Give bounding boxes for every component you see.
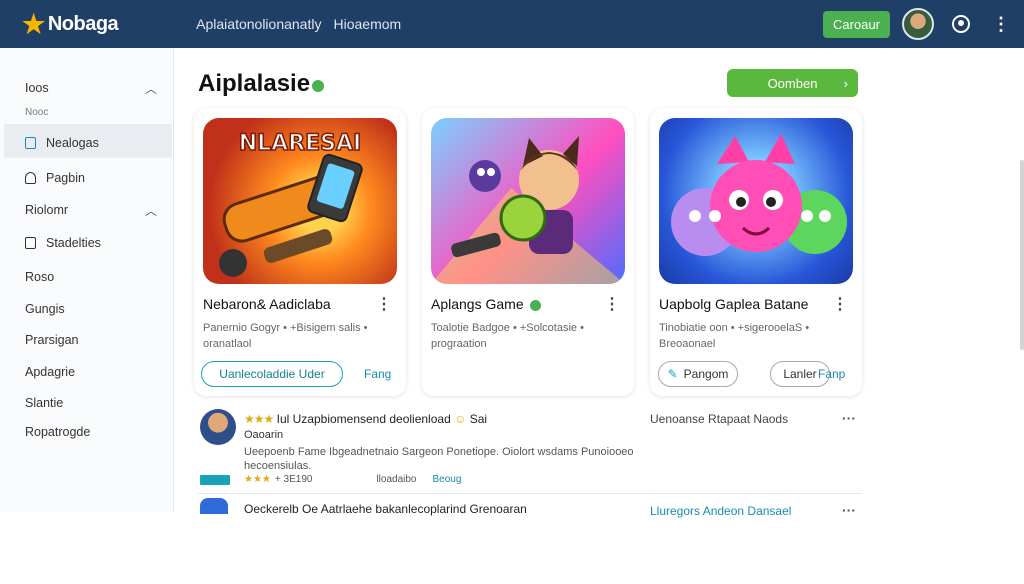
card-outline-button[interactable]: Uanlecoladdie Uder bbox=[201, 361, 343, 387]
sidebar-item-label: Gungis bbox=[25, 302, 65, 316]
verified-badge-icon bbox=[529, 299, 541, 311]
game-card-2[interactable]: Aplangs Game ⋮ Toalotie Badgoe • +Solcot… bbox=[422, 108, 634, 396]
card-description: Tinobiatie oon • +sigerooelaS • Breoaona… bbox=[659, 322, 810, 350]
sidebar-item-4[interactable]: Roso bbox=[25, 270, 165, 284]
verified-badge-icon bbox=[312, 80, 325, 92]
sidebar: Ioos ︿ Nooc Nealogas Pagbin Riolomr ︿ St… bbox=[0, 48, 174, 512]
feed-item[interactable]: ★★★ Iul Uzapbiomensend deolienload ☺ Sai… bbox=[198, 404, 862, 494]
sidebar-subheading: Nooc bbox=[25, 107, 49, 118]
chevron-up-icon: ︿ bbox=[144, 203, 157, 218]
top-nav: Aplaiatonolionanatly Hioaemom bbox=[196, 16, 401, 32]
header-cta-button[interactable]: Caroaur bbox=[823, 10, 890, 38]
card-description: Panernio Gogyr • +Bisigem salis • oranat… bbox=[203, 322, 368, 350]
game-art-title: NLARESAI bbox=[239, 131, 361, 156]
more-vert-icon[interactable]: ⋮ bbox=[376, 294, 392, 314]
feed-item-title: Oeckerelb Oe Aatrlaehe bakanlecoplarind … bbox=[244, 502, 527, 516]
card-title: Nebaron& Aadiclaba bbox=[203, 296, 331, 312]
chevron-up-icon: ︿ bbox=[144, 81, 157, 96]
app-logo-text: Nobaga bbox=[47, 12, 119, 35]
feed-meta-link[interactable]: Beoug bbox=[433, 474, 462, 485]
feed-item-title: Iul Uzapbiomensend deolienload bbox=[276, 412, 451, 426]
sidebar-item-label: Prarsigan bbox=[25, 333, 79, 347]
pencil-icon: ✎ bbox=[667, 367, 678, 381]
sidebar-item-label: Ropatrogde bbox=[25, 425, 91, 439]
primary-action-label: Oomben bbox=[767, 75, 818, 91]
top-nav-link-1[interactable]: Aplaiatonolionanatly bbox=[196, 16, 321, 32]
mini-stars-icon: ★★★ bbox=[244, 474, 271, 485]
more-horiz-icon[interactable]: ··· bbox=[842, 410, 856, 426]
primary-action-button[interactable]: Oomben › bbox=[727, 69, 858, 97]
sidebar-item-label: Stadelties bbox=[46, 236, 101, 250]
star-logo-icon: ★ bbox=[22, 9, 45, 39]
feed-item-right-label[interactable]: Lluregors Andeon Dansael bbox=[650, 504, 791, 518]
card-title-text: Aplangs Game bbox=[431, 296, 524, 312]
feed-item-header: ★★★ Iul Uzapbiomensend deolienload ☺ Sai bbox=[244, 412, 487, 426]
emoji-icon: ☺ bbox=[454, 412, 467, 426]
feed-item-extra: Sai bbox=[469, 412, 488, 426]
card-outline-button-label: Pangom bbox=[683, 367, 729, 381]
game-art-1[interactable]: NLARESAI bbox=[203, 118, 397, 284]
rating-stars: ★★★ bbox=[244, 412, 274, 426]
more-horiz-icon[interactable]: ··· bbox=[842, 502, 856, 518]
card-link[interactable]: Fanp bbox=[818, 367, 845, 381]
sidebar-item-label: Apdagrie bbox=[25, 365, 76, 379]
account-icon[interactable] bbox=[952, 15, 970, 33]
sidebar-item-3[interactable]: Stadelties bbox=[25, 236, 165, 250]
monster-trio-illustration-icon bbox=[671, 134, 847, 256]
sidebar-section-header-1[interactable]: Ioos ︿ bbox=[25, 81, 165, 96]
page-title-text: Aiplalasie bbox=[198, 70, 311, 97]
sidebar-item-8[interactable]: Slantie bbox=[25, 396, 165, 410]
sidebar-item-6[interactable]: Prarsigan bbox=[25, 333, 165, 347]
more-vert-icon[interactable]: ⋮ bbox=[832, 294, 848, 314]
card-title: Aplangs Game bbox=[431, 296, 541, 312]
more-menu-icon[interactable]: ⋮ bbox=[992, 15, 1010, 33]
sidebar-item-label: Roso bbox=[25, 270, 55, 284]
sidebar-item-5[interactable]: Gungis bbox=[25, 302, 165, 316]
sidebar-item-7[interactable]: Apdagrie bbox=[25, 365, 165, 379]
page-title: Aiplalasie bbox=[198, 70, 325, 98]
page-scrollbar[interactable] bbox=[1020, 160, 1024, 350]
feed-avatar[interactable] bbox=[200, 409, 236, 445]
feed-tag-badge bbox=[200, 474, 230, 485]
card-link[interactable]: Fang bbox=[364, 367, 391, 381]
top-nav-link-2[interactable]: Hioaemom bbox=[333, 16, 401, 32]
sidebar-item-label: Nealogas bbox=[46, 136, 99, 150]
top-app-bar: ★ Nobaga Aplaiatonolionanatly Hioaemom C… bbox=[0, 0, 1024, 48]
sidebar-item-label: Slantie bbox=[25, 396, 64, 410]
chart-icon bbox=[25, 237, 36, 249]
document-icon bbox=[25, 137, 36, 149]
feed-item[interactable]: Oeckerelb Oe Aatrlaehe bakanlecoplarind … bbox=[198, 496, 862, 584]
tag-icon bbox=[25, 172, 36, 184]
feed-meta-count: + 3E190 bbox=[274, 474, 313, 485]
sidebar-section-header-2[interactable]: Riolomr ︿ bbox=[25, 203, 165, 218]
game-card-3[interactable]: Uapbolg Gaplea Batane ⋮ Tinobiatie oon •… bbox=[650, 108, 862, 396]
sidebar-section-label: Riolomr bbox=[25, 203, 69, 217]
top-bar-actions: Caroaur ⋮ bbox=[823, 0, 1010, 48]
sidebar-item-1[interactable]: Nealogas bbox=[25, 136, 165, 150]
feed-meta-date: lloadaibo bbox=[376, 474, 417, 485]
game-card-1[interactable]: NLARESAI Nebaron& Aadiclaba ⋮ Panernio G… bbox=[194, 108, 406, 396]
sidebar-section-label: Ioos bbox=[25, 81, 49, 95]
cartoon-hero-illustration-icon bbox=[431, 136, 625, 284]
card-title: Uapbolg Gaplea Batane bbox=[659, 296, 809, 312]
game-art-2[interactable] bbox=[431, 118, 625, 284]
chevron-right-icon: › bbox=[843, 75, 848, 91]
feed-item-meta: ★★★ + 3E190 lloadaibo Beoug bbox=[200, 474, 461, 485]
game-art-3[interactable] bbox=[659, 118, 853, 284]
divider bbox=[198, 493, 862, 494]
feed-item-right-label[interactable]: Uenoanse Rtapaat Naods bbox=[650, 412, 788, 426]
blaster-illustration-icon: NLARESAI bbox=[219, 130, 363, 277]
app-logo[interactable]: ★ Nobaga bbox=[22, 9, 119, 39]
card-description: Toalotie Badgoe • +Solcotasie • prograat… bbox=[431, 322, 584, 350]
more-vert-icon[interactable]: ⋮ bbox=[604, 294, 620, 314]
user-avatar[interactable] bbox=[902, 8, 934, 40]
sidebar-item-9[interactable]: Ropatrogde bbox=[25, 425, 165, 439]
feed-item-subtitle: Oaoarin bbox=[244, 429, 284, 441]
feed-item-body: Ueepoenb Fame Ibgeadnetnaio Sargeon Pone… bbox=[244, 446, 634, 472]
sidebar-item-2[interactable]: Pagbin bbox=[25, 171, 165, 185]
sidebar-item-label: Pagbin bbox=[46, 171, 85, 185]
card-outline-button[interactable]: ✎ Pangom bbox=[658, 361, 738, 387]
